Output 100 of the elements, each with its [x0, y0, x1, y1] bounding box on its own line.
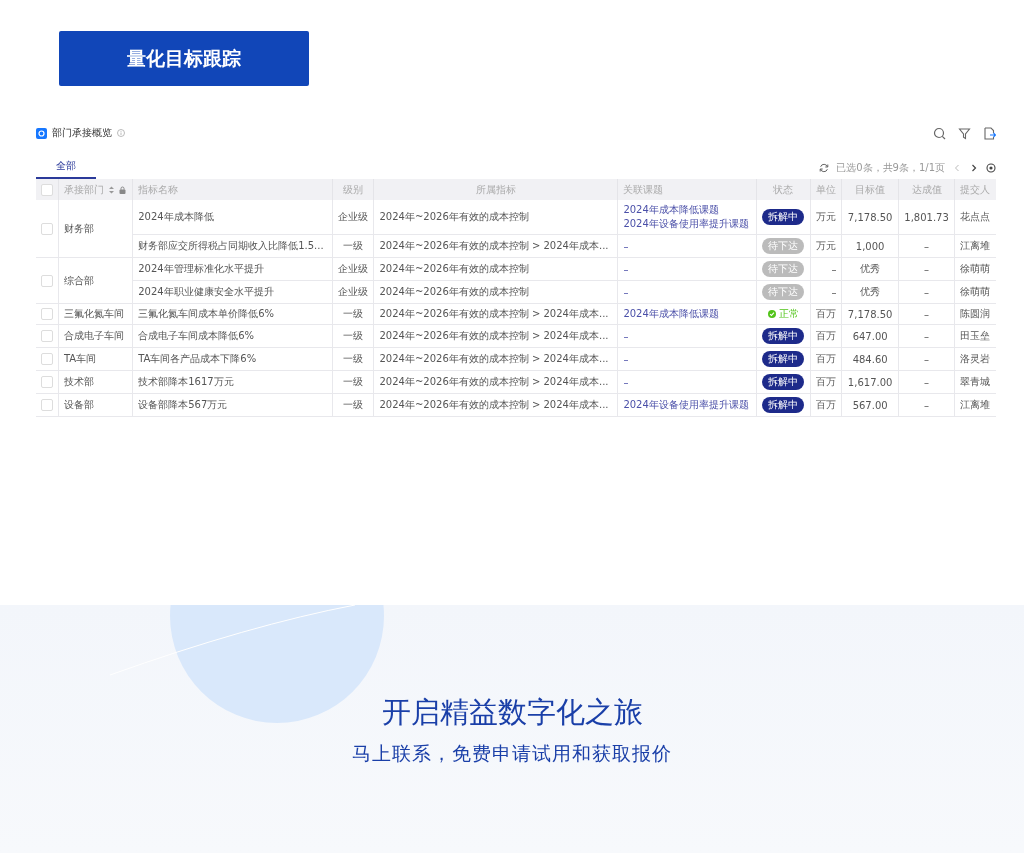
achieved-cell: –	[898, 280, 955, 304]
submitter-cell: 陈圆润	[954, 303, 996, 325]
topic-link[interactable]: –	[623, 286, 752, 298]
status-badge: 待下达	[762, 261, 805, 277]
status-badge: 拆解中	[762, 209, 805, 225]
next-page-icon[interactable]	[969, 163, 979, 173]
target-cell: 1,617.00	[841, 370, 899, 394]
level-cell: 企业级	[332, 257, 374, 281]
department-cell: 合成电子车间	[58, 324, 133, 348]
indicator-name-cell: 2024年职业健康安全水平提升	[132, 280, 333, 304]
level-cell: 一级	[332, 303, 374, 325]
achieved-cell: –	[898, 393, 955, 417]
department-cell: 设备部	[58, 393, 133, 417]
info-icon	[117, 129, 125, 137]
target-cell: 7,178.50	[841, 200, 899, 235]
column-header: 承接部门	[64, 182, 104, 197]
parent-indicator-cell: 2024年~2026年有效的成本控制 > 2024年成本...	[374, 347, 618, 371]
unit-cell: 万元	[810, 234, 842, 258]
topic-link[interactable]: 2024年设备使用率提升课题	[623, 398, 752, 412]
unit-cell: –	[810, 280, 842, 304]
status-badge: 拆解中	[762, 328, 805, 344]
parent-indicator-cell: 2024年~2026年有效的成本控制	[374, 257, 618, 281]
achieved-cell: –	[898, 234, 955, 258]
topic-link[interactable]: –	[623, 376, 752, 388]
topic-link[interactable]: –	[623, 330, 752, 342]
row-checkbox[interactable]	[41, 330, 53, 342]
achieved-cell: –	[898, 324, 955, 348]
target-cell: 647.00	[841, 324, 899, 348]
achieved-cell: 1,801.73	[898, 200, 955, 235]
department-cell: 财务部	[58, 200, 133, 258]
department-cell: 技术部	[58, 370, 133, 394]
select-all-checkbox[interactable]	[41, 183, 53, 196]
banner-subtitle: 马上联系，免费申请试用和获取报价	[352, 741, 672, 766]
submitter-cell: 翠青城	[954, 370, 996, 394]
topic-link[interactable]: 2024年设备使用率提升课题	[623, 217, 752, 231]
column-header: 所属指标	[374, 179, 618, 200]
column-header: 级别	[332, 179, 374, 200]
status-badge: 待下达	[762, 284, 805, 300]
submitter-cell: 田玉垒	[954, 324, 996, 348]
submitter-cell: 洛灵岩	[954, 347, 996, 371]
indicator-name-cell: 财务部应交所得税占同期收入比降低1.5...	[132, 234, 333, 258]
target-cell: 484.60	[841, 347, 899, 371]
topic-link[interactable]: –	[623, 353, 752, 365]
settings-icon[interactable]	[986, 163, 996, 173]
status-badge: 拆解中	[762, 351, 805, 367]
indicator-name-cell: TA车间各产品成本下降6%	[132, 347, 333, 371]
submitter-cell: 江离堆	[954, 393, 996, 417]
app-logo-icon	[36, 127, 47, 139]
row-checkbox[interactable]	[41, 376, 53, 388]
achieved-cell: –	[898, 347, 955, 371]
lock-icon[interactable]	[119, 185, 126, 194]
unit-cell: 百万	[810, 370, 842, 394]
indicator-name-cell: 技术部降本1617万元	[132, 370, 333, 394]
achieved-cell: –	[898, 303, 955, 325]
department-cell: 综合部	[58, 257, 133, 304]
pagination-info: 已选0条，共9条，1/1页	[836, 161, 945, 175]
achieved-cell: –	[898, 370, 955, 394]
parent-indicator-cell: 2024年~2026年有效的成本控制 > 2024年成本...	[374, 393, 618, 417]
level-cell: 一级	[332, 393, 374, 417]
title-button[interactable]: 量化目标跟踪	[59, 31, 309, 86]
unit-cell: 万元	[810, 200, 842, 235]
submitter-cell: 花点点	[954, 200, 996, 235]
topic-link[interactable]: 2024年成本降低课题	[623, 203, 752, 217]
refresh-icon[interactable]	[819, 163, 830, 173]
parent-indicator-cell: 2024年~2026年有效的成本控制	[374, 200, 618, 235]
department-cell: 三氟化氮车间	[58, 303, 133, 325]
sort-icon[interactable]	[108, 185, 115, 194]
column-header: 指标名称	[132, 179, 333, 200]
export-icon[interactable]	[983, 126, 996, 140]
unit-cell: 百万	[810, 324, 842, 348]
level-cell: 企业级	[332, 280, 374, 304]
level-cell: 企业级	[332, 200, 374, 235]
parent-indicator-cell: 2024年~2026年有效的成本控制 > 2024年成本...	[374, 234, 618, 258]
row-checkbox[interactable]	[41, 308, 53, 320]
target-cell: 优秀	[841, 280, 899, 304]
topic-link[interactable]: 2024年成本降低课题	[623, 307, 752, 321]
row-checkbox[interactable]	[41, 353, 53, 365]
column-header: 状态	[756, 179, 811, 200]
indicator-name-cell: 2024年成本降低	[132, 200, 333, 235]
target-cell: 1,000	[841, 234, 899, 258]
unit-cell: 百万	[810, 347, 842, 371]
parent-indicator-cell: 2024年~2026年有效的成本控制	[374, 280, 618, 304]
column-header: 达成值	[898, 179, 955, 200]
row-checkbox[interactable]	[41, 274, 53, 287]
search-icon[interactable]	[933, 126, 946, 140]
status-text: 正常	[779, 307, 799, 321]
indicator-name-cell: 2024年管理标准化水平提升	[132, 257, 333, 281]
row-checkbox[interactable]	[41, 399, 53, 411]
submitter-cell: 徐萌萌	[954, 257, 996, 281]
column-header: 关联课题	[617, 179, 757, 200]
previous-page-icon[interactable]	[952, 163, 962, 173]
topic-link[interactable]: –	[623, 240, 752, 252]
parent-indicator-cell: 2024年~2026年有效的成本控制 > 2024年成本...	[374, 324, 618, 348]
column-header: 目标值	[841, 179, 899, 200]
column-header: 提交人	[954, 179, 996, 200]
topic-link[interactable]: –	[623, 263, 752, 275]
unit-cell: –	[810, 257, 842, 281]
row-checkbox[interactable]	[41, 222, 53, 235]
panel-title: 部门承接概览	[52, 126, 112, 140]
filter-icon[interactable]	[958, 126, 971, 140]
